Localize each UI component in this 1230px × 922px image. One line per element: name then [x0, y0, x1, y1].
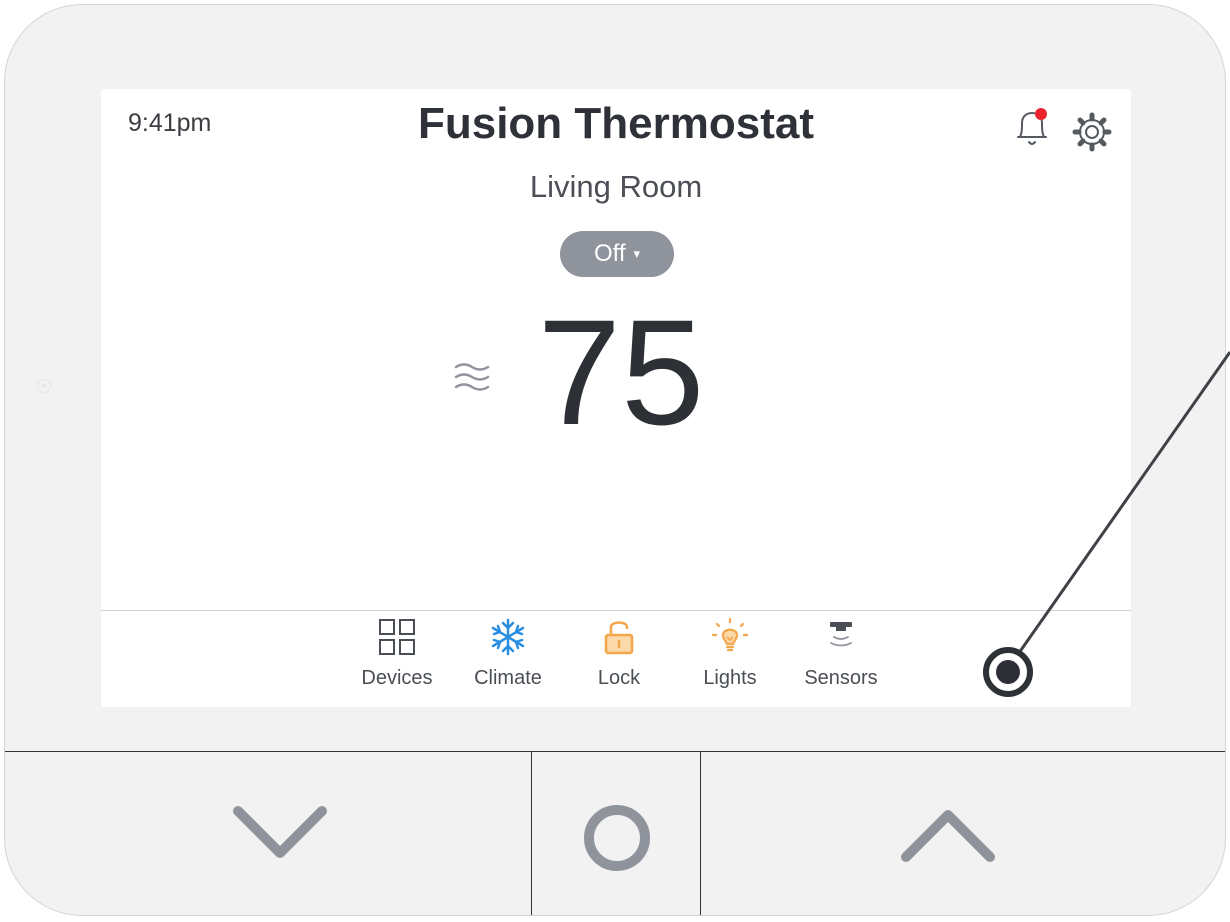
notification-badge [1035, 108, 1047, 120]
lock-icon [601, 611, 637, 663]
bell-icon[interactable] [1012, 107, 1052, 156]
mode-dropdown[interactable]: Off ▾ [560, 231, 674, 277]
gear-icon[interactable] [1071, 111, 1113, 158]
nav-item-lock[interactable]: Lock [574, 611, 664, 707]
ambient-sensor-dot [37, 379, 51, 393]
hardware-up-button[interactable] [701, 751, 1225, 915]
touch-screen: 9:41pm Fusion Thermostat Living Room Off… [101, 89, 1131, 707]
nav-label: Lock [597, 667, 641, 689]
mode-label: Off [593, 240, 626, 267]
grid-icon [378, 611, 416, 663]
snowflake-icon [488, 611, 528, 663]
lightbulb-icon [710, 611, 750, 663]
chevron-down-icon [233, 806, 327, 858]
room-name: Living Room [529, 169, 703, 204]
nav-item-sensors[interactable]: Sensors [796, 611, 886, 707]
nav-item-devices[interactable]: Devices [352, 611, 442, 707]
bottom-nav: Devices Climate Lock Lights Sensors [101, 611, 1131, 707]
nav-item-climate[interactable]: Climate [463, 611, 553, 707]
nav-item-lights[interactable]: Lights [685, 611, 775, 707]
hardware-home-button[interactable] [532, 751, 700, 915]
nav-label: Devices [361, 667, 433, 689]
chevron-up-icon [901, 810, 995, 862]
nav-label: Climate [474, 667, 542, 689]
chevron-down-icon: ▾ [633, 246, 641, 261]
nav-label: Sensors [804, 667, 878, 689]
nav-label: Lights [703, 667, 757, 689]
circle-icon [584, 805, 650, 871]
sensor-icon [821, 611, 861, 663]
temperature-value: 75 [537, 288, 705, 456]
hardware-down-button[interactable] [5, 751, 531, 915]
thermostat-device: 9:41pm Fusion Thermostat Living Room Off… [4, 4, 1226, 916]
device-title: Fusion Thermostat [417, 99, 815, 148]
fan-waves-icon [453, 359, 493, 400]
